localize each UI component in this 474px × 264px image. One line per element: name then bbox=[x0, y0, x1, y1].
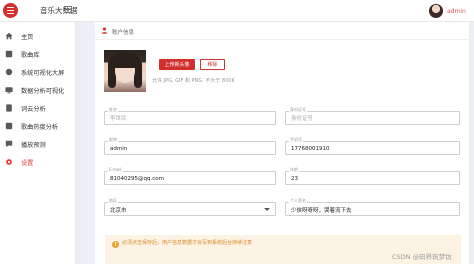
fire-icon bbox=[5, 122, 13, 130]
gear-icon bbox=[5, 158, 13, 166]
idcard-field[interactable]: 身份证号 bbox=[285, 107, 460, 125]
warning-icon: ! bbox=[112, 241, 119, 248]
sidebar: 主页 歌曲库 系统可视化大屏 数据分析可视化 词云分析 歌曲热度分析 播放预测 … bbox=[0, 22, 76, 264]
email-input[interactable] bbox=[105, 172, 275, 184]
signature-input[interactable] bbox=[286, 203, 459, 215]
age-field[interactable]: 年龄 bbox=[285, 167, 460, 185]
email-field[interactable]: E-mail bbox=[104, 167, 276, 185]
logo-icon bbox=[3, 3, 18, 18]
sidebar-item-label: 词云分析 bbox=[21, 106, 46, 113]
account-input[interactable] bbox=[105, 142, 275, 154]
sidebar-item-label: 系统可视化大屏 bbox=[21, 70, 65, 77]
chart-icon bbox=[5, 86, 13, 94]
upload-avatar-button[interactable]: 上传新头像 bbox=[159, 59, 195, 70]
sidebar-item-hotness[interactable]: 歌曲热度分析 bbox=[0, 117, 76, 135]
sidebar-item-label: 数据分析可视化 bbox=[21, 88, 65, 95]
watermark: CSDN @码界筑梦坊 bbox=[392, 253, 452, 261]
cloud-icon bbox=[5, 104, 13, 112]
sidebar-item-label: 歌曲库 bbox=[21, 52, 40, 59]
sidebar-item-home[interactable]: 主页 bbox=[0, 27, 76, 45]
predict-icon bbox=[5, 140, 13, 148]
library-icon bbox=[5, 50, 13, 58]
profile-photo bbox=[104, 50, 146, 92]
card-title: 账户信息 bbox=[112, 30, 135, 36]
sidebar-item-label: 歌曲热度分析 bbox=[21, 124, 59, 131]
account-field[interactable]: 昵称 bbox=[104, 137, 276, 155]
sidebar-item-analysis[interactable]: 数据分析可视化 bbox=[0, 81, 76, 99]
top-bar: 音乐大数据 admin bbox=[0, 0, 474, 22]
phone-input[interactable] bbox=[286, 142, 459, 154]
menu-toggle-icon[interactable] bbox=[64, 6, 72, 14]
alert-text: 必须点击保存后，用户信息数据才会写到系统后台持续注意 bbox=[122, 240, 253, 246]
chevron-down-icon bbox=[264, 208, 270, 211]
sidebar-item-label: 设置 bbox=[21, 160, 34, 167]
phone-field[interactable]: 手机号 bbox=[285, 137, 460, 155]
user-avatar[interactable] bbox=[429, 4, 443, 18]
sidebar-item-library[interactable]: 歌曲库 bbox=[0, 45, 76, 63]
card-header: 账户信息 bbox=[95, 22, 469, 40]
account-card: 账户信息 上传新头像 移除 允许 JPG, GIF 和 PNG. 不大于 800… bbox=[95, 22, 469, 264]
username[interactable]: admin bbox=[447, 8, 466, 15]
remove-avatar-button[interactable]: 移除 bbox=[200, 59, 225, 70]
upload-hint: 允许 JPG, GIF 和 PNG. 不大于 800K bbox=[152, 78, 235, 84]
sidebar-item-wordcloud[interactable]: 词云分析 bbox=[0, 99, 76, 117]
sidebar-item-label: 主页 bbox=[21, 34, 34, 41]
sidebar-item-screen[interactable]: 系统可视化大屏 bbox=[0, 63, 76, 81]
idcard-input[interactable] bbox=[286, 112, 459, 124]
city-input[interactable] bbox=[105, 203, 275, 215]
city-select[interactable]: 地区 bbox=[104, 198, 276, 216]
sidebar-item-settings[interactable]: 设置 bbox=[0, 153, 76, 171]
name-input[interactable] bbox=[105, 112, 275, 124]
signature-field[interactable]: 个人签名 bbox=[285, 198, 460, 216]
monitor-icon bbox=[5, 68, 13, 76]
sidebar-item-predict[interactable]: 播放预测 bbox=[0, 135, 76, 153]
user-icon bbox=[101, 27, 108, 34]
sidebar-item-label: 播放预测 bbox=[21, 142, 46, 149]
age-input[interactable] bbox=[286, 172, 459, 184]
home-icon bbox=[5, 32, 13, 40]
name-field[interactable]: 姓名 bbox=[104, 107, 276, 125]
